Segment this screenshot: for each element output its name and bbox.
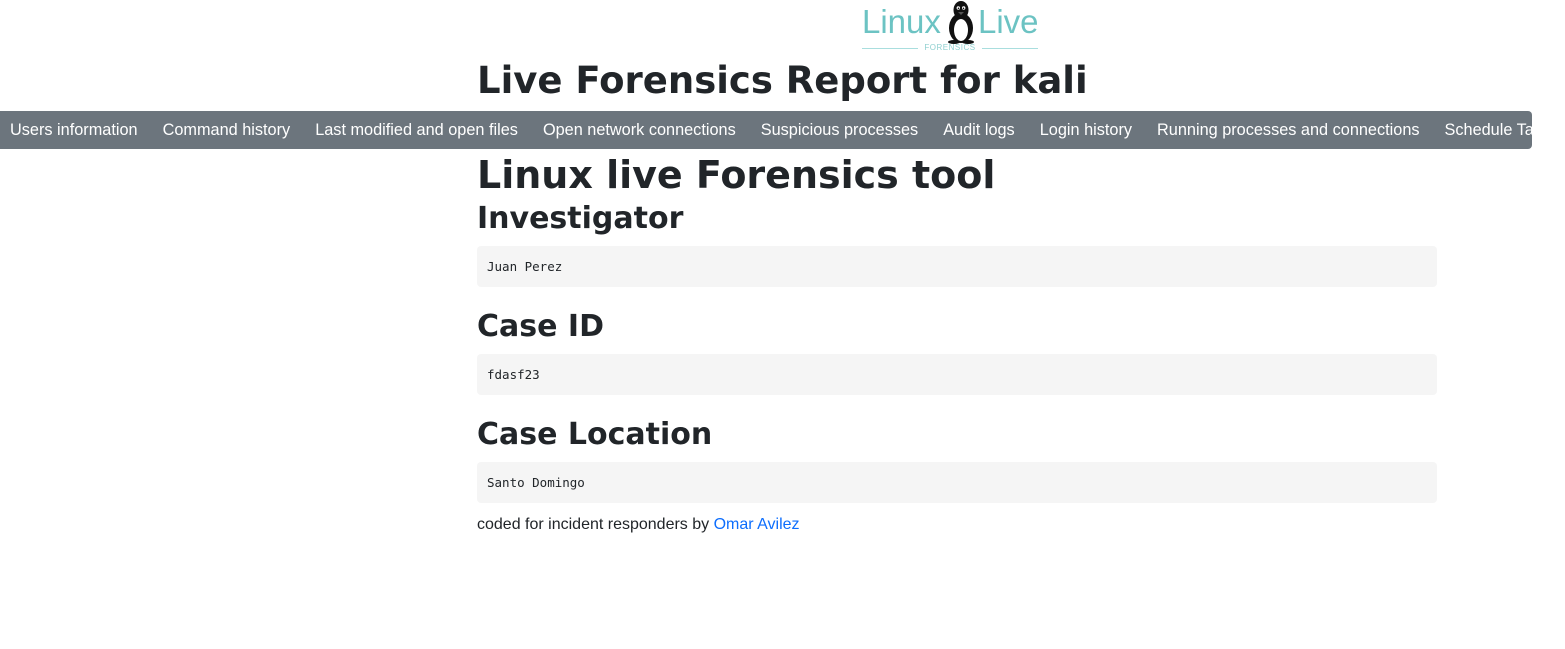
penguin-icon bbox=[948, 1, 974, 44]
logo-text-live: Live bbox=[978, 3, 1039, 40]
nav-command-history[interactable]: Command history bbox=[163, 121, 291, 140]
case-id-heading: Case ID bbox=[477, 309, 604, 344]
report-title: Live Forensics Report for kali bbox=[477, 59, 1088, 102]
case-id-value: fdasf23 bbox=[477, 354, 1437, 395]
logo-divider-right bbox=[982, 48, 1038, 49]
nav-audit-logs[interactable]: Audit logs bbox=[943, 121, 1015, 140]
footer-credit: coded for incident responders by Omar Av… bbox=[477, 516, 800, 534]
nav-open-network-connections[interactable]: Open network connections bbox=[543, 121, 736, 140]
case-location-value: Santo Domingo bbox=[477, 462, 1437, 503]
footer-text: coded for incident responders by bbox=[477, 516, 714, 533]
logo-text-linux: Linux bbox=[862, 3, 941, 40]
logo-subtitle: FORENSICS bbox=[924, 43, 976, 52]
app-logo: Linux Live FORENSICS bbox=[860, 0, 1042, 56]
logo-divider-left bbox=[862, 48, 918, 49]
nav-login-history[interactable]: Login history bbox=[1040, 121, 1132, 140]
investigator-heading: Investigator bbox=[477, 201, 684, 236]
nav-schedule-tasks[interactable]: Schedule Tasks bbox=[1445, 121, 1559, 140]
main-content: Linux live Forensics tool Investigator J… bbox=[477, 150, 1437, 503]
nav-last-modified-open-files[interactable]: Last modified and open files bbox=[315, 121, 518, 140]
nav-running-processes-connections[interactable]: Running processes and connections bbox=[1157, 121, 1419, 140]
tool-title: Linux live Forensics tool bbox=[477, 153, 996, 197]
case-location-heading: Case Location bbox=[477, 417, 713, 452]
author-link[interactable]: Omar Avilez bbox=[714, 516, 800, 533]
nav-users-information[interactable]: Users information bbox=[10, 121, 138, 140]
nav-suspicious-processes[interactable]: Suspicious processes bbox=[761, 121, 918, 140]
investigator-value: Juan Perez bbox=[477, 246, 1437, 287]
main-navbar: Users information Command history Last m… bbox=[0, 111, 1558, 149]
